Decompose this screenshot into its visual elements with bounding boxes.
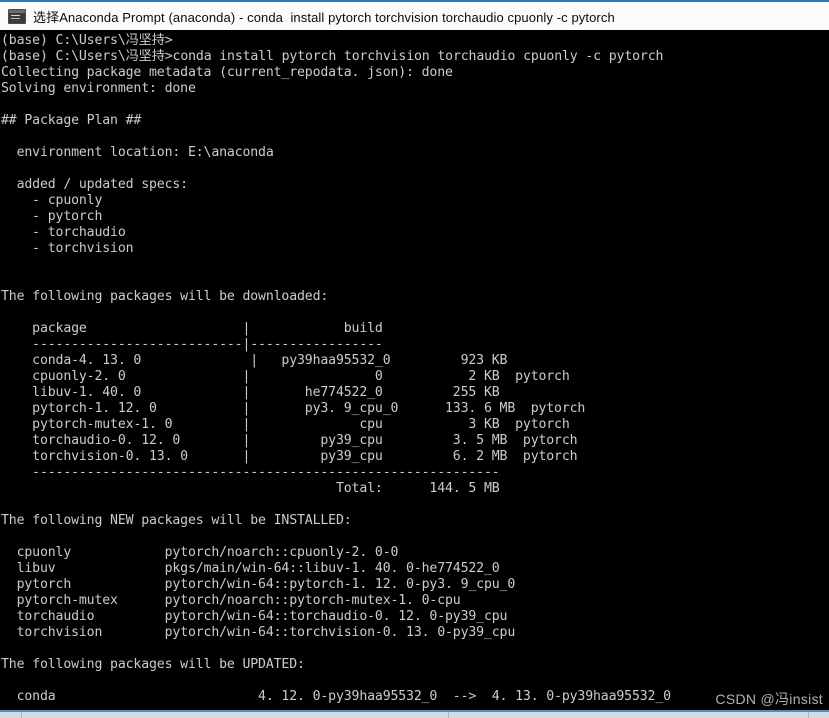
terminal-line: pytorch-mutex pytorch/noarch::pytorch-mu… [1,593,461,608]
terminal-line: The following packages will be UPDATED: [1,657,305,672]
terminal-line: (base) C:\Users\冯坚持> [1,33,173,48]
terminal-line: package | build [1,321,383,336]
terminal-line: torchaudio pytorch/win-64::torchaudio-0.… [1,609,508,624]
terminal-line: libuv-1. 40. 0 | he774522_0 255 KB [1,385,500,400]
terminal-line: - pytorch [1,209,103,224]
terminal-line: conda 4. 12. 0-py39haa95532_0 --> 4. 13.… [1,689,671,704]
terminal-line: torchaudio-0. 12. 0 | py39_cpu 3. 5 MB p… [1,433,578,448]
terminal-line: ## Package Plan ## [1,113,142,128]
terminal-line: (base) C:\Users\冯坚持>conda install pytorc… [1,49,664,64]
terminal-output[interactable]: (base) C:\Users\冯坚持> (base) C:\Users\冯坚持>… [0,30,829,710]
terminal-line: conda-4. 13. 0 | py39haa95532_0 923 KB [1,353,508,368]
window-title: 选择Anaconda Prompt (anaconda) - conda ins… [33,9,615,25]
terminal-line: Total: 144. 5 MB [1,481,500,496]
titlebar[interactable]: 选择Anaconda Prompt (anaconda) - conda ins… [0,0,829,30]
terminal-line: - torchvision [1,241,134,256]
terminal-line: pytorch-mutex-1. 0 | cpu 3 KB pytorch [1,417,570,432]
terminal-line: The following packages will be downloade… [1,289,329,304]
terminal-line: cpuonly pytorch/noarch::cpuonly-2. 0-0 [1,545,399,560]
taskbar-cell[interactable] [22,712,449,718]
taskbar-cell[interactable] [0,712,22,718]
terminal-line: - cpuonly [1,193,103,208]
terminal-line: pytorch pytorch/win-64::pytorch-1. 12. 0… [1,577,516,592]
taskbar-cell[interactable] [449,712,809,718]
terminal-line: ----------------------------------------… [1,465,500,480]
terminal-line: Solving environment: done [1,81,196,96]
terminal-line: cpuonly-2. 0 | 0 2 KB pytorch [1,369,570,384]
terminal-line: The following NEW packages will be INSTA… [1,513,352,528]
terminal-line: added / updated specs: [1,177,189,192]
console-window: 选择Anaconda Prompt (anaconda) - conda ins… [0,0,829,718]
terminal-line: Collecting package metadata (current_rep… [1,65,453,80]
terminal-line: ---------------------------|------------… [1,337,383,352]
terminal-line: pytorch-1. 12. 0 | py3. 9_cpu_0 133. 6 M… [1,401,586,416]
terminal-line: torchvision-0. 13. 0 | py39_cpu 6. 2 MB … [1,449,578,464]
console-window-icon [8,8,26,24]
terminal-line: environment location: E:\anaconda [1,145,274,160]
taskbar[interactable] [0,710,829,718]
terminal-line: torchvision pytorch/win-64::torchvision-… [1,625,516,640]
taskbar-cell[interactable] [809,712,829,718]
terminal-line-list: (base) C:\Users\冯坚持> (base) C:\Users\冯坚持>… [0,33,829,705]
terminal-line: - torchaudio [1,225,126,240]
terminal-line: libuv pkgs/main/win-64::libuv-1. 40. 0-h… [1,561,500,576]
csdn-watermark: CSDN @冯insist [715,691,823,707]
